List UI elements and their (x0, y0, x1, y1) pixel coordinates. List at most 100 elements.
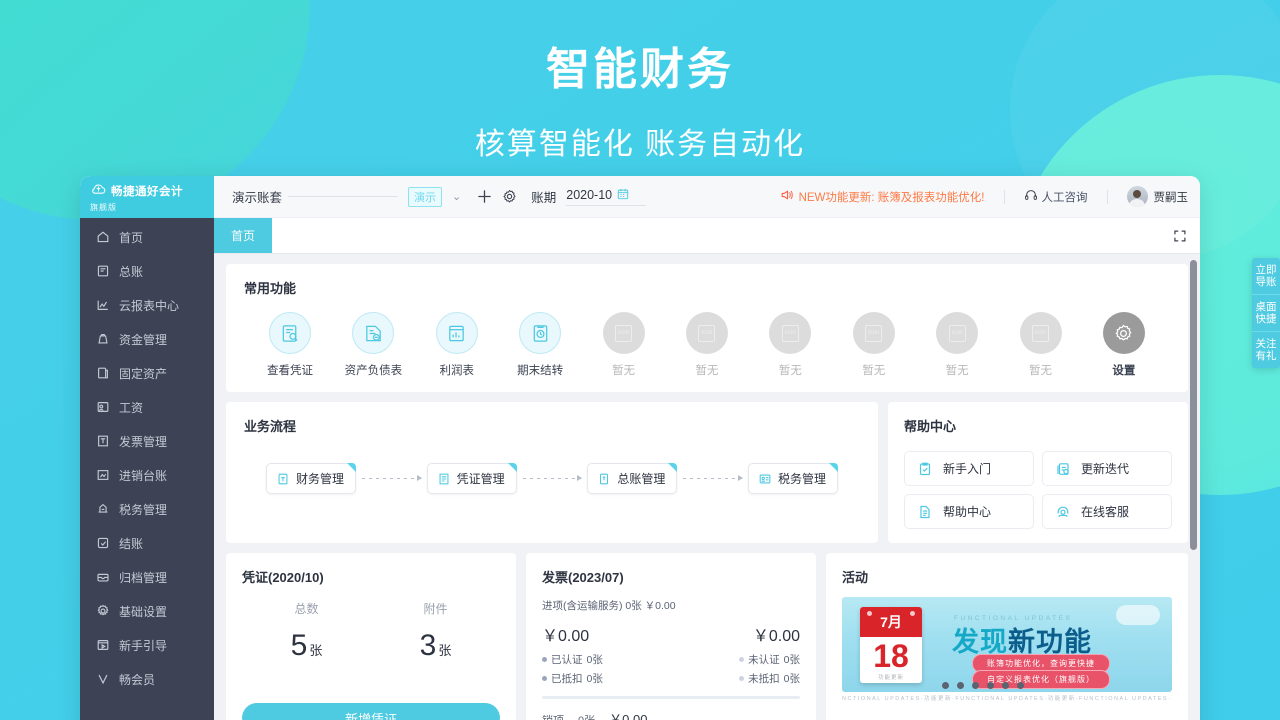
sidebar-item-general-ledger[interactable]: 总账 (80, 254, 214, 288)
calendar-graphic: 7月 18 功能更新 (860, 607, 922, 683)
fn-empty-slot: icon 暂无 (838, 312, 910, 378)
headset-icon (1057, 506, 1069, 517)
tab-home[interactable]: 首页 (214, 218, 273, 253)
flow-step-voucher[interactable]: 凭证管理 (426, 463, 517, 494)
help-updates-button[interactable]: 更新迭代 (1042, 451, 1172, 486)
sidebar-item-tax-management[interactable]: 税务管理 (80, 492, 214, 526)
stat-value: 0张 (783, 673, 800, 685)
fn-period-carryover[interactable]: 期末结转 (504, 312, 576, 378)
help-btn-label: 在线客服 (1081, 505, 1130, 519)
voucher-metric-value: 3 (419, 629, 437, 662)
rail-import-ledger-button[interactable]: 立即 导账 (1252, 258, 1280, 295)
sidebar-item-label: 总账 (119, 264, 144, 279)
activity-card: 活动 7月 18 功能更新 FUNCTIONAL UPDATES 发现新功能 账… (826, 553, 1188, 720)
sidebar-item-beginner-guide[interactable]: 新手引导 (80, 628, 214, 662)
sidebar-item-salary[interactable]: 工资 (80, 390, 214, 424)
sidebar-item-fund-management[interactable]: 资金管理 (80, 322, 214, 356)
step-corner-marker (668, 463, 678, 472)
sidebar-item-stock-ledger[interactable]: 进销台账 (80, 458, 214, 492)
step-corner-marker (828, 463, 838, 472)
status-dot (542, 657, 547, 662)
fullscreen-icon[interactable] (1160, 218, 1200, 253)
flow-step-tax[interactable]: 税务管理 (747, 463, 838, 494)
sidebar-item-cloud-reports[interactable]: 云报表中心 (80, 288, 214, 322)
promo-title: 智能财务 (546, 45, 734, 94)
banner-carousel-dots[interactable] (942, 682, 1024, 689)
stat-value: 0张 (586, 654, 603, 666)
common-functions-card: 常用功能 查看凭证 资产负债表 利润表 期末结转 icon 暂无 icon 暂无… (226, 264, 1188, 392)
salary-icon (96, 400, 110, 414)
flow-step-finance[interactable]: 财务管理 (266, 463, 357, 494)
sidebar-item-close-book[interactable]: 结账 (80, 526, 214, 560)
stat-value: 0张 (586, 673, 603, 685)
activity-banner[interactable]: 7月 18 功能更新 FUNCTIONAL UPDATES 发现新功能 账簿功能… (842, 597, 1172, 692)
sidebar-nav: 首页 总账 云报表中心 资金管理 固定资产 工资 发票管理 进销台账 税务管理 … (80, 218, 214, 720)
sidebar-item-vip-member[interactable]: 畅会员 (80, 662, 214, 696)
document-icon (920, 505, 930, 518)
brand-name: 畅捷通好会计 (111, 186, 183, 198)
checklist-icon (919, 462, 931, 475)
sidebar-item-label: 结账 (119, 536, 144, 551)
banner-badge (1116, 605, 1160, 625)
flow-step-label: 财务管理 (296, 472, 345, 486)
user-menu[interactable]: 贾嗣玉 (1126, 186, 1188, 207)
period-value-field[interactable]: 2020-10 (566, 188, 647, 206)
placeholder-icon: icon (685, 312, 728, 354)
help-beginner-guide-button[interactable]: 新手入门 (904, 451, 1034, 486)
sidebar-item-basic-settings[interactable]: 基础设置 (80, 594, 214, 628)
fn-empty-slot: icon 暂无 (588, 312, 660, 378)
help-center-button[interactable]: 帮助中心 (904, 494, 1034, 529)
fn-empty-slot: icon 暂无 (921, 312, 993, 378)
flow-connector (362, 475, 422, 481)
divider (542, 696, 800, 699)
sidebar-item-label: 新手引导 (119, 638, 168, 653)
fn-balance-sheet[interactable]: 资产负债表 (337, 312, 409, 378)
rail-desktop-shortcut-button[interactable]: 桌面 快捷 (1252, 295, 1280, 332)
add-icon[interactable] (477, 189, 492, 204)
ledger-icon (600, 473, 609, 484)
placeholder-icon: icon (1019, 312, 1062, 354)
fn-view-voucher[interactable]: 查看凭证 (254, 312, 326, 378)
fn-empty-slot: icon 暂无 (671, 312, 743, 378)
gear-icon[interactable] (502, 189, 517, 204)
stat-value: 0张 (783, 654, 800, 666)
fn-label: 暂无 (778, 365, 802, 377)
demo-badge: 演示 (408, 186, 443, 207)
account-book-name: 演示账套 (232, 191, 283, 205)
invoice-card-title: 发票(2023/07) (542, 570, 624, 585)
add-voucher-button[interactable]: 新增凭证 (242, 703, 500, 720)
rail-follow-gift-button[interactable]: 关注 有礼 (1252, 332, 1280, 368)
divider (1003, 189, 1005, 204)
online-service-button[interactable]: 在线客服 (1042, 494, 1172, 529)
flow-step-ledger[interactable]: 总账管理 (587, 463, 678, 494)
sidebar-item-home[interactable]: 首页 (80, 220, 214, 254)
human-service-button[interactable]: 人工咨询 (1024, 188, 1088, 205)
brand-edition: 旗舰版 (90, 202, 117, 212)
activity-card-title: 活动 (842, 570, 869, 585)
fn-profit-statement[interactable]: 利润表 (421, 312, 493, 378)
vertical-scrollbar[interactable] (1190, 260, 1197, 550)
sidebar-item-fixed-assets[interactable]: 固定资产 (80, 356, 214, 390)
chevron-down-icon[interactable]: ⌄ (452, 190, 461, 203)
sidebar-item-archive-management[interactable]: 归档管理 (80, 560, 214, 594)
app-topbar: 畅捷通好会计 旗舰版 演示账套 演示 ⌄ 账期 2020-10 NEW功能更新:… (80, 176, 1200, 218)
sidebar-item-label: 工资 (119, 400, 144, 415)
fn-label: 期末结转 (517, 365, 564, 377)
flow-connector (683, 475, 743, 481)
vip-icon (96, 672, 110, 686)
fn-label: 暂无 (862, 365, 886, 377)
tax-icon (759, 474, 771, 483)
fn-empty-slot: icon 暂无 (754, 312, 826, 378)
placeholder-icon: icon (936, 312, 979, 354)
stat-label: 未抵扣 (748, 673, 780, 685)
calendar-icon (617, 188, 629, 203)
sidebar-item-invoice-management[interactable]: 发票管理 (80, 424, 214, 458)
news-announcement[interactable]: NEW功能更新: 账簿及报表功能优化! (780, 188, 985, 205)
rail-label-line2: 导账 (1255, 276, 1277, 288)
sales-count: 0张 (578, 712, 595, 720)
sidebar-item-label: 固定资产 (119, 366, 168, 381)
fn-empty-slot: icon 暂无 (1005, 312, 1077, 378)
app-window: 畅捷通好会计 旗舰版 演示账套 演示 ⌄ 账期 2020-10 NEW功能更新:… (80, 176, 1200, 720)
sidebar-item-label: 税务管理 (119, 502, 168, 517)
fn-settings[interactable]: 设置 (1088, 312, 1160, 378)
